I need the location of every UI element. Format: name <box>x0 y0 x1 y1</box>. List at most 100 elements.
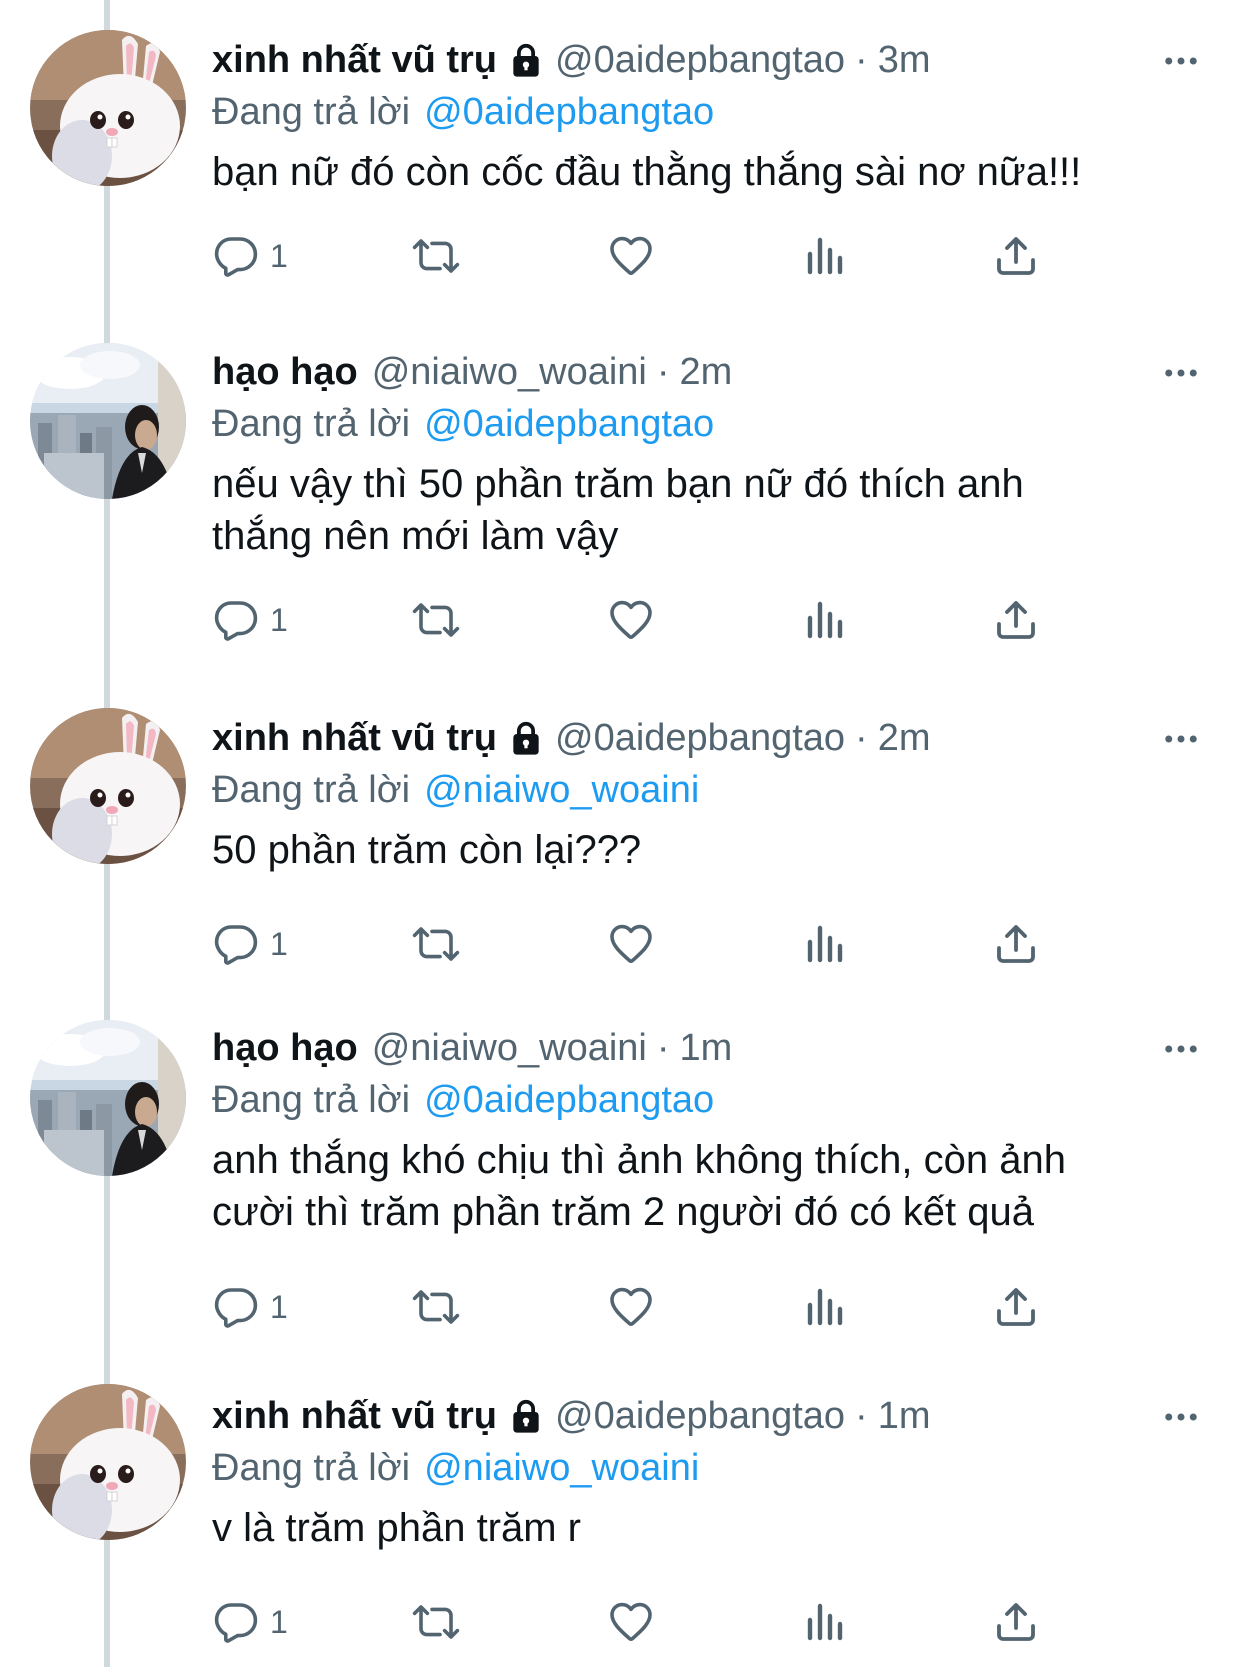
display-name[interactable]: xinh nhất vũ trụ <box>212 1390 497 1442</box>
like-button[interactable] <box>607 590 655 650</box>
tweet-text: anh thắng khó chịu thì ảnh không thích, … <box>212 1134 1202 1238</box>
reply-to-link[interactable]: @0aidepbangtao <box>424 403 714 445</box>
user-handle[interactable]: @0aidepbangtao <box>555 1390 845 1442</box>
user-handle[interactable]: @niaiwo_woaini <box>372 346 647 398</box>
reply-icon <box>212 920 260 968</box>
heart-icon <box>607 1598 655 1646</box>
display-name[interactable]: hạo hạo <box>212 346 358 398</box>
separator-dot: · <box>855 1395 868 1437</box>
like-button[interactable] <box>607 914 655 974</box>
views-button[interactable] <box>802 226 850 286</box>
separator-dot: · <box>656 1027 670 1069</box>
tweet-text-line: anh thắng khó chịu thì ảnh không thích, … <box>212 1138 1066 1182</box>
retweet-icon <box>412 232 460 280</box>
reply-to-link[interactable]: @niaiwo_woaini <box>424 1447 699 1489</box>
tweet-text-line: bạn nữ đó còn cốc đầu thằng thắng sài nơ… <box>212 150 1082 194</box>
lock-icon <box>507 41 545 79</box>
display-name[interactable]: xinh nhất vũ trụ <box>212 34 497 86</box>
heart-icon <box>607 232 655 280</box>
reply-icon <box>212 232 260 280</box>
tweet-text-line: 50 phần trăm còn lại??? <box>212 828 642 872</box>
views-icon <box>802 1283 850 1331</box>
share-button[interactable] <box>992 1592 1040 1652</box>
reply-button[interactable]: 1 <box>212 1277 288 1337</box>
tweet-actions: 1 <box>212 914 1092 974</box>
reply-button[interactable]: 1 <box>212 1592 288 1652</box>
retweet-button[interactable] <box>412 1277 460 1337</box>
avatar[interactable] <box>30 1384 186 1540</box>
display-name[interactable]: hạo hạo <box>212 1022 358 1074</box>
tweet-text: nếu vậy thì 50 phần trăm bạn nữ đó thích… <box>212 458 1202 562</box>
more-icon[interactable] <box>1160 352 1202 394</box>
lock-icon <box>507 1397 545 1435</box>
share-icon <box>992 920 1040 968</box>
share-button[interactable] <box>992 226 1040 286</box>
more-icon[interactable] <box>1160 40 1202 82</box>
tweet-text: bạn nữ đó còn cốc đầu thằng thắng sài nơ… <box>212 146 1202 198</box>
views-button[interactable] <box>802 914 850 974</box>
tweet-text-line: cười thì trăm phần trăm 2 người đó có kế… <box>212 1190 1034 1234</box>
retweet-icon <box>412 596 460 644</box>
reply-icon <box>212 1598 260 1646</box>
avatar[interactable] <box>30 1020 186 1176</box>
retweet-button[interactable] <box>412 914 460 974</box>
tweet-text-line: thắng nên mới làm vậy <box>212 514 619 558</box>
reply-button[interactable]: 1 <box>212 914 288 974</box>
timestamp[interactable]: 2m <box>680 346 733 398</box>
more-icon[interactable] <box>1160 1396 1202 1438</box>
timestamp[interactable]: 1m <box>878 1390 931 1442</box>
reply-count: 1 <box>270 1288 288 1325</box>
more-icon[interactable] <box>1160 718 1202 760</box>
timestamp[interactable]: 3m <box>878 34 931 86</box>
views-button[interactable] <box>802 1592 850 1652</box>
views-icon <box>802 596 850 644</box>
like-button[interactable] <box>607 1277 655 1337</box>
reply-prefix: Đang trả lời <box>212 403 411 445</box>
heart-icon <box>607 1283 655 1331</box>
share-button[interactable] <box>992 1277 1040 1337</box>
retweet-button[interactable] <box>412 1592 460 1652</box>
avatar[interactable] <box>30 343 186 499</box>
share-icon <box>992 1598 1040 1646</box>
avatar[interactable] <box>30 708 186 864</box>
retweet-button[interactable] <box>412 226 460 286</box>
share-button[interactable] <box>992 590 1040 650</box>
timestamp[interactable]: 2m <box>878 712 931 764</box>
retweet-icon <box>412 1598 460 1646</box>
user-handle[interactable]: @0aidepbangtao <box>555 34 845 86</box>
user-handle[interactable]: @0aidepbangtao <box>555 712 845 764</box>
views-button[interactable] <box>802 590 850 650</box>
separator-dot: · <box>855 717 868 759</box>
reply-to-link[interactable]: @0aidepbangtao <box>424 1079 714 1121</box>
reply-to-link[interactable]: @0aidepbangtao <box>424 91 714 133</box>
reply-prefix: Đang trả lời <box>212 1447 411 1489</box>
reply-prefix: Đang trả lời <box>212 1079 411 1121</box>
reply-to-link[interactable]: @niaiwo_woaini <box>424 769 699 811</box>
tweet-actions: 1 <box>212 226 1092 286</box>
like-button[interactable] <box>607 226 655 286</box>
tweet-text: v là trăm phần trăm r <box>212 1502 1202 1554</box>
reply-button[interactable]: 1 <box>212 226 288 286</box>
avatar[interactable] <box>30 30 186 186</box>
share-icon <box>992 1283 1040 1331</box>
user-handle[interactable]: @niaiwo_woaini <box>372 1022 647 1074</box>
heart-icon <box>607 920 655 968</box>
more-icon[interactable] <box>1160 1028 1202 1070</box>
like-button[interactable] <box>607 1592 655 1652</box>
reply-count: 1 <box>270 237 288 274</box>
retweet-icon <box>412 1283 460 1331</box>
separator-dot: · <box>855 39 868 81</box>
reply-count: 1 <box>270 601 288 638</box>
lock-icon <box>507 719 545 757</box>
timestamp[interactable]: 1m <box>680 1022 733 1074</box>
views-button[interactable] <box>802 1277 850 1337</box>
tweet-actions: 1 <box>212 590 1092 650</box>
reply-button[interactable]: 1 <box>212 590 288 650</box>
display-name[interactable]: xinh nhất vũ trụ <box>212 712 497 764</box>
share-icon <box>992 232 1040 280</box>
share-icon <box>992 596 1040 644</box>
reply-count: 1 <box>270 925 288 962</box>
tweet-text: 50 phần trăm còn lại??? <box>212 824 1202 876</box>
retweet-button[interactable] <box>412 590 460 650</box>
share-button[interactable] <box>992 914 1040 974</box>
